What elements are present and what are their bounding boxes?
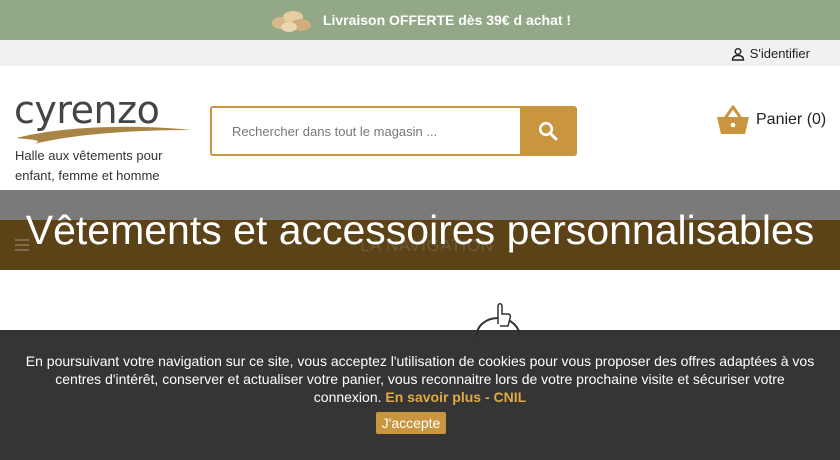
site-header: cyrenzo Halle aux vêtements pour enfant,… bbox=[0, 66, 840, 190]
cookie-banner: En poursuivant votre navigation sur ce s… bbox=[0, 330, 840, 460]
user-icon bbox=[731, 47, 744, 61]
signin-label: S'identifier bbox=[749, 46, 810, 61]
cookie-more-link[interactable]: En savoir plus bbox=[385, 389, 481, 405]
cookie-message: En poursuivant votre navigation sur ce s… bbox=[25, 352, 815, 406]
top-bar: S'identifier bbox=[0, 40, 840, 66]
site-logo[interactable]: cyrenzo bbox=[14, 90, 194, 146]
search-box bbox=[210, 106, 577, 156]
site-tagline: Halle aux vêtements pour enfant, femme e… bbox=[15, 148, 163, 183]
promo-text: Livraison OFFERTE dès 39€ d achat ! bbox=[322, 12, 572, 28]
navigation-bar: LA NAVIGATION Vêtements et accessoires p… bbox=[0, 190, 840, 270]
promo-bar: Livraison OFFERTE dès 39€ d achat ! bbox=[0, 0, 840, 40]
search-icon bbox=[538, 121, 557, 141]
cart-link[interactable]: Panier (0) bbox=[716, 104, 826, 136]
cookie-separator: - bbox=[484, 389, 490, 405]
logo-swoosh bbox=[16, 126, 192, 144]
cnil-link[interactable]: CNIL bbox=[494, 389, 527, 405]
search-button[interactable] bbox=[520, 108, 575, 154]
signin-link[interactable]: S'identifier bbox=[731, 46, 810, 61]
cookie-accept-button[interactable]: J'accepte bbox=[376, 412, 446, 434]
banner-title: Vêtements et accessoires personnalisable… bbox=[25, 207, 815, 253]
cart-label: Panier (0) bbox=[756, 111, 827, 128]
basket-icon bbox=[717, 105, 749, 134]
shipping-chips-icon bbox=[271, 11, 311, 32]
search-input[interactable] bbox=[212, 108, 522, 154]
